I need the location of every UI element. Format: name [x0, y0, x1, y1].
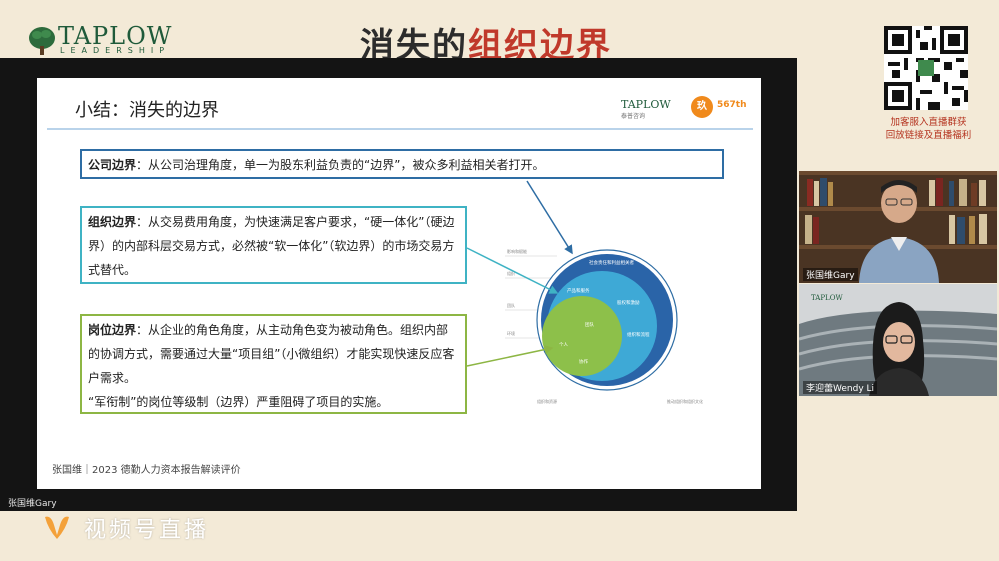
participant-name-wendy: 李迎蕾Wendy Li — [803, 381, 878, 394]
qr-caption-line1: 加客服入直播群获 — [890, 117, 967, 128]
arrow-position-boundary — [466, 345, 554, 367]
arrow-company-boundary — [526, 180, 573, 255]
taplow-logo-subtitle: LEADERSHIP — [60, 46, 171, 55]
arrow-org-boundary — [466, 247, 559, 294]
connector-arrows — [466, 180, 573, 367]
taplow-mini-logo: TAPLOW — [811, 294, 843, 302]
participant-name-gary: 张国维Gary — [803, 268, 858, 281]
video-channel-logo-icon — [45, 516, 69, 539]
presentation-slide: 小结：消失的边界 TAPLOW 泰普咨询 玖 567th 公司边界：从公司治理角… — [37, 78, 761, 489]
slide-footer: 张国维｜2023 德勤人力资本报告解读评价 — [52, 465, 241, 476]
video-channel-watermark: 视频号直播 — [84, 518, 210, 543]
bookshelf-background — [799, 171, 997, 283]
qr-code-icon[interactable] — [884, 26, 968, 110]
taplow-tree-logo-icon — [29, 27, 55, 55]
participant-video-wendy[interactable]: TAPLOW 李迎蕾Wendy Li — [799, 284, 997, 396]
building-background: TAPLOW — [799, 284, 997, 396]
participant-video-gary[interactable]: 张国维Gary — [799, 171, 997, 283]
qr-caption-line2: 回放链接及直播福利 — [885, 130, 972, 141]
presenter-name-label: 张国维Gary — [8, 499, 57, 509]
